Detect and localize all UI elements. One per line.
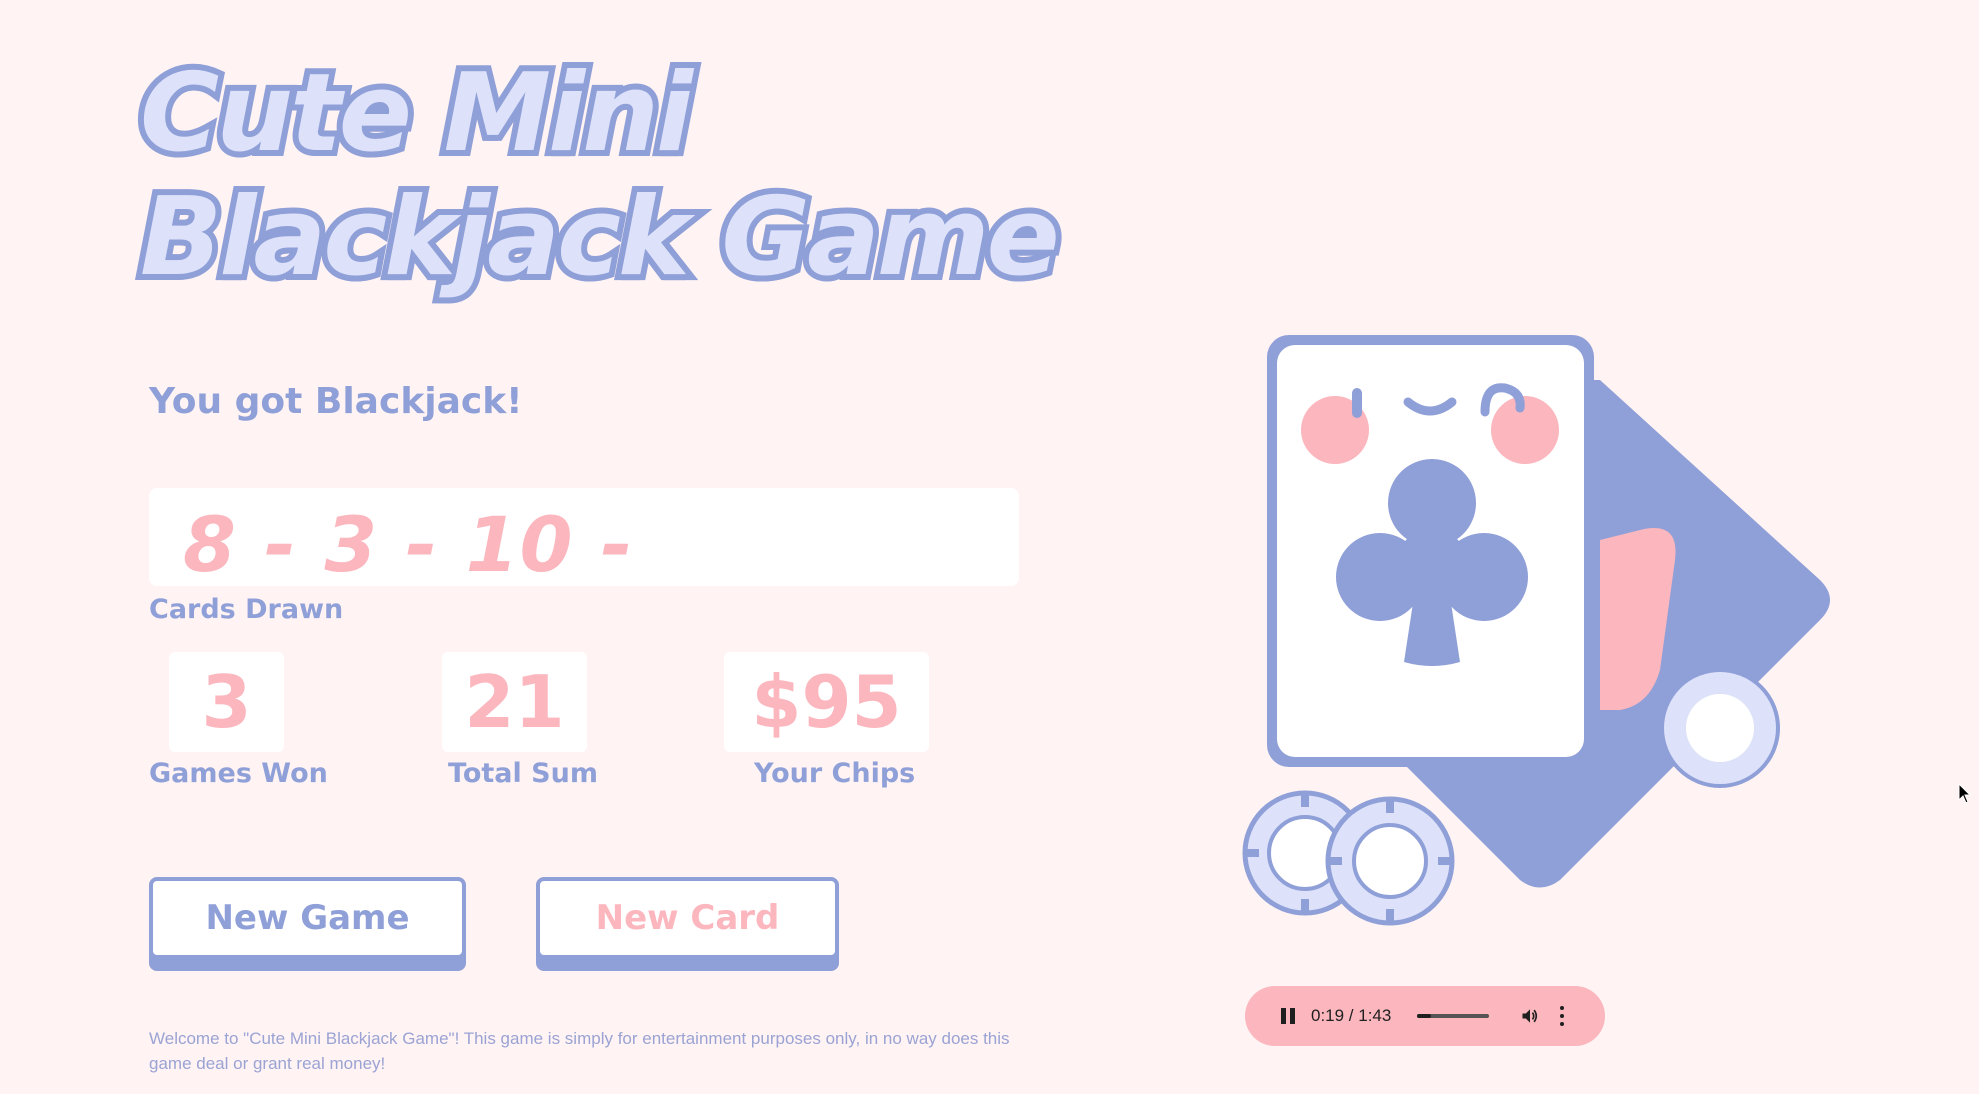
games-won-label: Games Won [149, 758, 328, 789]
new-card-button[interactable]: New Card [536, 877, 839, 959]
disclaimer-text: Welcome to "Cute Mini Blackjack Game"! T… [149, 1029, 1010, 1073]
game-title: Cute Mini Blackjack Game [134, 46, 1066, 306]
audio-player[interactable]: 0:19 / 1:43 [1245, 986, 1605, 1046]
game-title-line-2: Blackjack Game [134, 170, 1066, 306]
cute-club-card-illustration [1242, 335, 1830, 926]
cards-drawn-display: 8 - 3 - 10 - [149, 488, 1019, 589]
game-title-line-1: Cute Mini [134, 46, 699, 182]
total-sum-value: 21 [442, 652, 587, 752]
club-card-front [1267, 335, 1594, 767]
audio-progress-slider[interactable] [1417, 1014, 1490, 1018]
chips-value: $95 [724, 652, 929, 752]
audio-progress-fill [1417, 1014, 1431, 1018]
game-message: You got Blackjack! [149, 381, 523, 422]
pause-icon[interactable] [1281, 1007, 1297, 1025]
cards-drawn-value: 8 - 3 - 10 - [183, 500, 661, 589]
more-options-icon[interactable] [1559, 1006, 1565, 1026]
chips-label: Your Chips [754, 758, 916, 789]
mouse-pointer-icon [1958, 783, 1972, 804]
new-game-button[interactable]: New Game [149, 877, 466, 959]
poker-chip-right [1660, 668, 1780, 788]
games-won-value: 3 [169, 652, 284, 752]
audio-time: 0:19 / 1:43 [1311, 1006, 1392, 1025]
cards-drawn-label: Cards Drawn [149, 594, 344, 625]
total-sum-label: Total Sum [448, 758, 598, 789]
poker-chips-stack [1242, 790, 1455, 926]
volume-icon[interactable] [1519, 1006, 1541, 1026]
